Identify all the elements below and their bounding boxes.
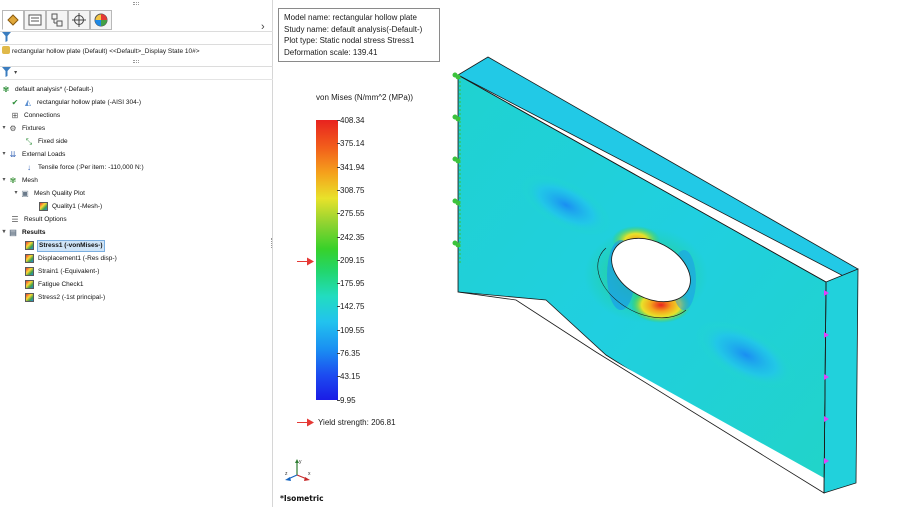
collapse-arrow-icon[interactable]: ▾	[0, 226, 8, 239]
connections-icon: ⊞	[11, 110, 19, 120]
tree-item-fixed-side[interactable]: ⤡ Fixed side	[24, 135, 69, 148]
legend-tick-label: 9.95	[337, 395, 356, 405]
plot-icon	[24, 267, 34, 277]
tree-item-fixtures[interactable]: ▾ ⚙ Fixtures	[0, 122, 46, 135]
tab-feature-tree[interactable]	[2, 10, 24, 30]
fixed-geometry-icon: ⤡	[25, 136, 33, 146]
tree-item-external-loads[interactable]: ▾ ⇊ External Loads	[0, 148, 66, 161]
appearance-icon	[94, 13, 108, 27]
plot-icon	[38, 202, 48, 212]
study-icon: ✾	[2, 84, 10, 94]
legend-tick-label: 242.35	[336, 232, 365, 242]
force-arrow-icon: ↓	[27, 162, 31, 172]
tree-item-tensile-force[interactable]: ↓ Tensile force (:Per item: -110,000 N:)	[24, 161, 145, 174]
triad-y-label: y	[299, 459, 302, 465]
legend-color-bar[interactable]	[316, 120, 338, 400]
legend-tick-label: 341.94	[336, 162, 365, 172]
results-folder-icon: ▤	[9, 227, 17, 237]
tree-item-stress1[interactable]: Stress1 (-vonMises-)	[24, 239, 105, 252]
legend-title: von Mises (N/mm^2 (MPa))	[316, 93, 414, 102]
plate-end-face	[823, 268, 859, 494]
yield-marker-arrow-icon	[297, 257, 314, 266]
legend-tick-label: 43.15	[336, 372, 361, 382]
legend-tick-label: 209.15	[336, 255, 365, 265]
view-orientation-label: *Isometric	[280, 494, 324, 503]
collapse-arrow-icon[interactable]: ▾	[12, 187, 20, 200]
yield-strength-label: Yield strength: 206.81	[318, 418, 396, 427]
triad-z-label: z	[285, 471, 288, 477]
tree-item-fatigue-check1[interactable]: Fatigue Check1	[24, 278, 85, 291]
feature-tree-icon	[7, 14, 19, 26]
plot-info-box: Model name: rectangular hollow plate Stu…	[278, 8, 440, 62]
collapse-arrow-icon[interactable]: ▾	[0, 122, 8, 135]
tree-filter-icon[interactable]: ▾	[0, 67, 273, 80]
collapse-arrow-icon[interactable]: ▾	[0, 174, 8, 187]
property-manager-icon	[28, 14, 42, 26]
tree-item-study[interactable]: ✾ default analysis* (-Default-)	[1, 83, 94, 96]
tree-item-quality1[interactable]: Quality1 (-Mesh-)	[38, 200, 103, 213]
part-config-text: rectangular hollow plate (Default) <<Def…	[12, 48, 200, 55]
mesh-icon: ✾	[9, 175, 17, 185]
tab-display-manager[interactable]	[90, 10, 112, 30]
tree-item-part[interactable]: ✔ ◭ rectangular hollow plate (-AISI 304-…	[10, 96, 142, 109]
yield-arrow-icon	[297, 418, 314, 427]
tree-item-mesh[interactable]: ▾ ✾ Mesh	[0, 174, 39, 187]
legend-tick-label: 175.95	[336, 279, 365, 289]
panel-resize-grip[interactable]	[0, 0, 273, 8]
collapse-arrow-icon[interactable]: ▾	[0, 148, 8, 161]
tree-item-strain1[interactable]: Strain1 (-Equivalent-)	[24, 265, 100, 278]
stress-plot-model[interactable]	[446, 55, 866, 495]
deformation-scale-text: Deformation scale: 139.41	[284, 47, 378, 57]
tree-item-displacement1[interactable]: Displacement1 (-Res disp-)	[24, 252, 118, 265]
fixtures-icon: ⚙	[9, 123, 17, 133]
triad-x-label: x	[308, 471, 311, 477]
tree-item-connections[interactable]: ⊞ Connections	[10, 109, 61, 122]
legend-tick-label: 109.55	[336, 325, 365, 335]
panel-split-grip[interactable]	[0, 58, 273, 67]
legend-tick-label: 408.34	[336, 116, 365, 125]
tree-item-stress2[interactable]: Stress2 (-1st principal-)	[24, 291, 106, 304]
model-name-text: Model name: rectangular hollow plate	[284, 13, 417, 22]
tree-item-results[interactable]: ▾ ▤ Results	[0, 226, 46, 239]
check-icon: ✔	[11, 97, 19, 107]
tab-property-manager[interactable]	[24, 10, 46, 30]
result-options-icon: ☰	[11, 214, 19, 224]
filter-icon[interactable]	[0, 31, 273, 45]
plot-icon	[24, 241, 34, 251]
legend-tick-label: 142.75	[336, 302, 365, 312]
legend-tick-label: 308.75	[336, 185, 365, 195]
feature-manager-panel: › rectangular hollow plate (Default) <<D…	[0, 0, 273, 507]
feature-manager-tabs: ›	[0, 9, 273, 33]
crosshair-icon	[72, 13, 86, 27]
part-body-icon: ◭	[24, 97, 32, 107]
plot-icon	[24, 280, 34, 290]
configuration-manager-icon	[51, 13, 63, 27]
folder-icon: ▣	[21, 188, 29, 198]
legend-tick-label: 76.35	[336, 349, 361, 358]
plot-icon	[24, 254, 34, 264]
tree-item-result-options[interactable]: ☰ Result Options	[10, 213, 68, 226]
tree-item-mesh-quality-plot[interactable]: ▾ ▣ Mesh Quality Plot	[12, 187, 86, 200]
study-name-text: Study name: default analysis(-Default-)	[284, 24, 423, 34]
external-loads-icon: ⇊	[9, 149, 17, 159]
plot-icon	[24, 293, 34, 303]
reference-triad-icon: x y z	[285, 459, 311, 481]
legend-tick-label: 275.55	[336, 209, 365, 219]
legend-tick-label: 375.14	[336, 139, 365, 149]
plot-type-text: Plot type: Static nodal stress Stress1	[284, 36, 415, 45]
part-config-line[interactable]: rectangular hollow plate (Default) <<Def…	[0, 46, 273, 58]
tab-dimxpert[interactable]	[68, 10, 90, 30]
part-icon	[2, 46, 10, 54]
tab-configuration-manager[interactable]	[46, 10, 68, 30]
